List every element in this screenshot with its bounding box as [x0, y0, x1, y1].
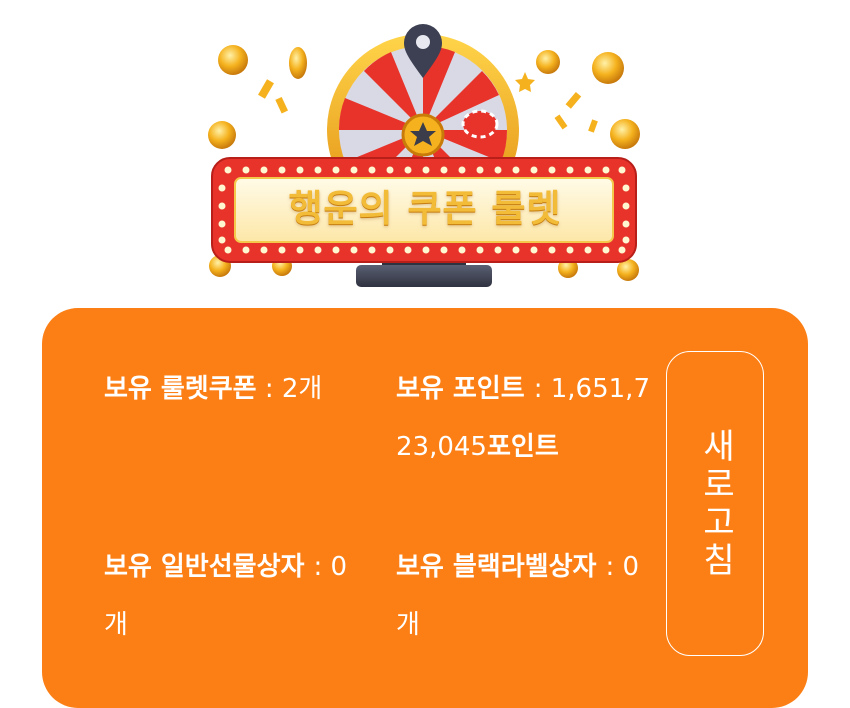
points-unit: 포인트	[486, 432, 559, 462]
points-separator: :	[533, 374, 551, 404]
roulette-coupon-value: 2개	[281, 374, 323, 404]
black-label-box-separator: :	[605, 552, 623, 582]
normal-gift-box-separator: :	[313, 552, 331, 582]
roulette-illustration	[208, 24, 640, 287]
points-label: 보유 포인트	[396, 374, 534, 404]
black-label-box-label: 보유 블랙라벨상자	[396, 552, 606, 582]
roulette-coupon-label: 보유 룰렛쿠폰	[104, 374, 257, 404]
black-label-box-info: 보유 블랙라벨상자 : 0개	[396, 538, 651, 654]
roulette-coupon-separator: :	[256, 374, 282, 404]
normal-gift-box-label: 보유 일반선물상자	[104, 552, 314, 582]
refresh-button[interactable]: 새로고침	[666, 351, 764, 656]
roulette-coupon-info: 보유 룰렛쿠폰 : 2개	[104, 360, 364, 418]
normal-gift-box-info: 보유 일반선물상자 : 0개	[104, 538, 369, 654]
refresh-button-label: 새로고침	[695, 427, 736, 580]
points-info: 보유 포인트 : 1,651,723,045포인트	[396, 360, 651, 476]
coupon-info-card: 보유 룰렛쿠폰 : 2개 보유 포인트 : 1,651,723,045포인트 보…	[42, 308, 808, 708]
poker-chip-icon	[461, 109, 499, 139]
roulette-hero: 행운의 쿠폰 룰렛	[190, 10, 660, 300]
banner-title: 행운의 쿠폰 룰렛	[288, 187, 562, 230]
